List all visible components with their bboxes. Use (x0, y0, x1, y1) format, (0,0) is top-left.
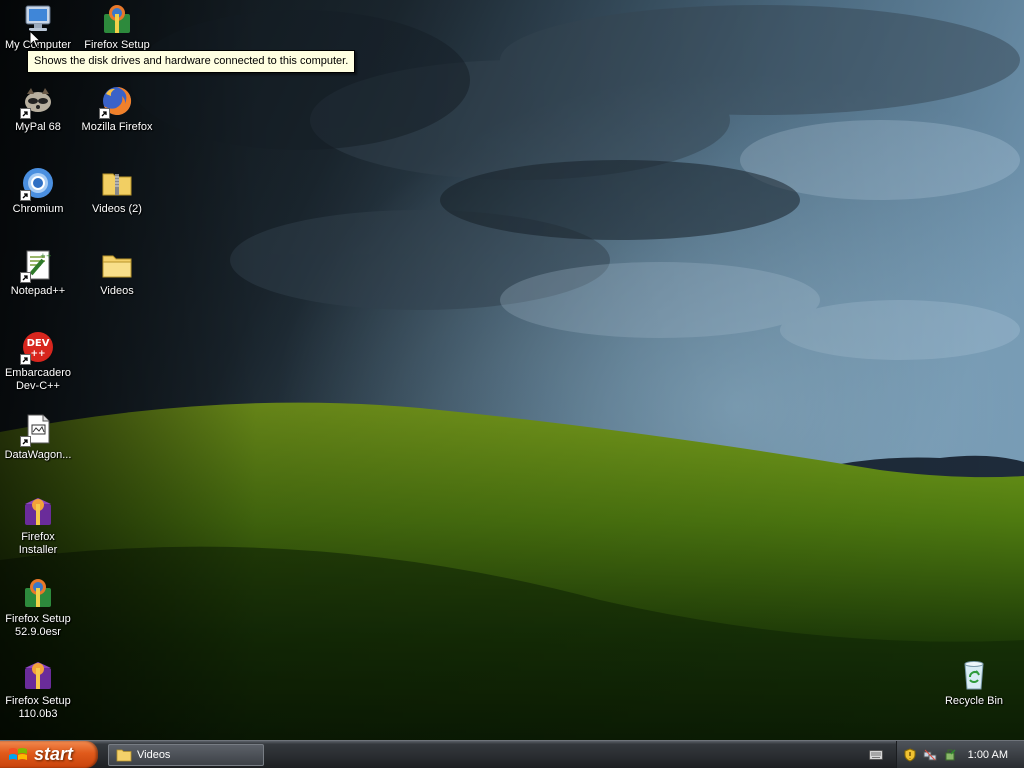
network-icon[interactable] (923, 748, 937, 762)
taskbar-item-label: Videos (137, 749, 171, 761)
desktop-icon-label: MyPal 68 (15, 121, 61, 133)
clock[interactable]: 1:00 AM (968, 749, 1008, 761)
folder-icon (116, 749, 132, 762)
desktop-icon-label: Recycle Bin (944, 695, 1004, 707)
desktop-icon-recycle-bin[interactable]: Recycle Bin (936, 658, 1012, 708)
security-shield-icon[interactable] (903, 747, 917, 762)
desktop-icon-chromium[interactable]: Chromium (0, 166, 76, 216)
taskbar: start Videos 1:00 AM (0, 740, 1024, 768)
firefox-setup-icon (21, 576, 55, 610)
start-button[interactable]: start (0, 741, 98, 768)
windows-logo-icon (9, 747, 27, 760)
zip-folder-icon (100, 166, 134, 200)
desktop-icon-mozilla-firefox[interactable]: Mozilla Firefox (79, 84, 155, 134)
notepadpp-icon: ++ (20, 248, 55, 283)
shortcut-arrow-icon (20, 354, 31, 365)
desktop-icon-label: Chromium (12, 203, 64, 215)
desktop-icon-label: Mozilla Firefox (81, 121, 153, 133)
shortcut-arrow-icon (20, 272, 31, 283)
desktop-icon-label: Notepad++ (10, 285, 66, 297)
shortcut-arrow-icon (20, 436, 31, 447)
devcpp-icon: DEV ++ (20, 330, 55, 365)
shortcut-arrow-icon (20, 190, 31, 201)
desktop-icon-label: Firefox Installer (18, 531, 58, 556)
mouse-pointer-icon (29, 30, 41, 49)
desktop-icon-label: Firefox Setup 110.0b3 (5, 695, 71, 720)
chromium-icon (20, 166, 55, 201)
keyboard-icon[interactable] (869, 749, 883, 761)
svg-text:++: ++ (40, 252, 52, 260)
firefox-icon (99, 84, 134, 119)
shortcut-arrow-icon (20, 108, 31, 119)
system-tray: 1:00 AM (896, 741, 1024, 768)
recycle-bin-icon (957, 658, 991, 692)
firefox-installer-icon (21, 658, 55, 692)
svg-text:DEV: DEV (27, 338, 50, 349)
desktop-icon-firefox-setup-beta[interactable]: Firefox Setup 110.0b3 (0, 658, 76, 721)
desktop-icon-videos-folder[interactable]: Videos (79, 248, 155, 298)
desktop-icon-label: Firefox Setup 52.9.0esr (5, 613, 71, 638)
desktop-icon-devcpp[interactable]: DEV ++ Embarcadero Dev-C++ (0, 330, 76, 393)
my-computer-tooltip: Shows the disk drives and hardware conne… (27, 50, 356, 73)
desktop-icon-videos-zip[interactable]: Videos (2) (79, 166, 155, 216)
mypal-icon (20, 84, 55, 119)
desktop-icon-notepadpp[interactable]: ++ Notepad++ (0, 248, 76, 298)
start-label: start (34, 744, 74, 764)
svg-text:++: ++ (30, 349, 45, 359)
firefox-setup-icon (100, 2, 134, 36)
safely-remove-icon[interactable] (943, 748, 957, 762)
desktop-icon-label: Embarcadero Dev-C++ (4, 367, 72, 392)
desktop-icon-label: Videos (100, 285, 134, 297)
desktop-icon-firefox-setup-esr[interactable]: Firefox Setup 52.9.0esr (0, 576, 76, 639)
desktop-icon-firefox-installer[interactable]: Firefox Installer (0, 494, 76, 557)
folder-icon (100, 248, 134, 282)
desktop-icon-label: DataWagon... (4, 449, 72, 461)
desktop-icon-label: Videos (2) (92, 203, 142, 215)
desktop-icon-datawagon[interactable]: DataWagon... (0, 412, 76, 462)
firefox-installer-icon (21, 494, 55, 528)
taskbar-item-videos[interactable]: Videos (108, 744, 264, 766)
desktop-icon-firefox-setup[interactable]: Firefox Setup (79, 2, 155, 52)
document-icon (20, 412, 55, 447)
shortcut-arrow-icon (99, 108, 110, 119)
desktop-icon-mypal[interactable]: MyPal 68 (0, 84, 76, 134)
